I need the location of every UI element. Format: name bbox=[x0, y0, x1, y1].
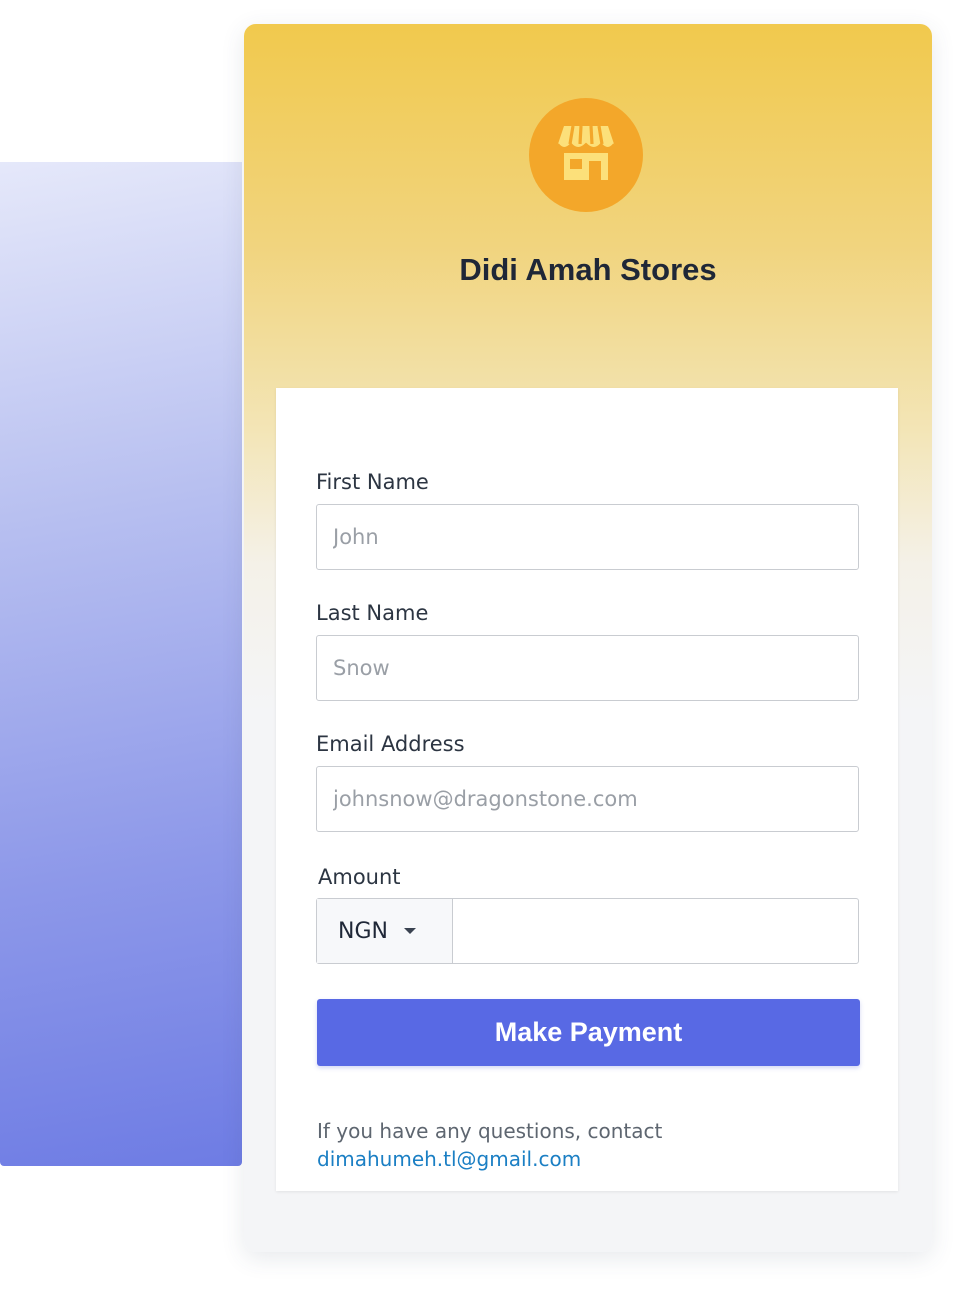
email-input[interactable] bbox=[316, 766, 859, 832]
currency-value: NGN bbox=[338, 918, 388, 944]
decorative-background-panel bbox=[0, 162, 242, 1166]
last-name-input[interactable] bbox=[316, 635, 859, 701]
make-payment-button[interactable]: Make Payment bbox=[317, 999, 860, 1066]
store-name: Didi Amah Stores bbox=[459, 252, 717, 287]
amount-label: Amount bbox=[318, 865, 401, 889]
page: Didi Amah Stores First Name Last Name Em… bbox=[0, 0, 972, 1292]
last-name-label: Last Name bbox=[316, 601, 429, 625]
amount-input[interactable] bbox=[453, 899, 858, 963]
help-text: If you have any questions, contact bbox=[317, 1119, 663, 1143]
contact-email-link[interactable]: dimahumeh.tl@gmail.com bbox=[317, 1145, 581, 1173]
payment-form: First Name Last Name Email Address Amoun… bbox=[276, 388, 898, 1191]
payment-card: Didi Amah Stores First Name Last Name Em… bbox=[244, 24, 932, 1252]
chevron-down-icon bbox=[403, 928, 416, 934]
first-name-label: First Name bbox=[316, 470, 429, 494]
storefront-icon bbox=[557, 125, 615, 180]
amount-field-group: NGN bbox=[316, 898, 859, 964]
store-logo bbox=[529, 98, 643, 212]
email-label: Email Address bbox=[316, 732, 465, 756]
currency-dropdown[interactable]: NGN bbox=[317, 899, 453, 963]
first-name-input[interactable] bbox=[316, 504, 859, 570]
